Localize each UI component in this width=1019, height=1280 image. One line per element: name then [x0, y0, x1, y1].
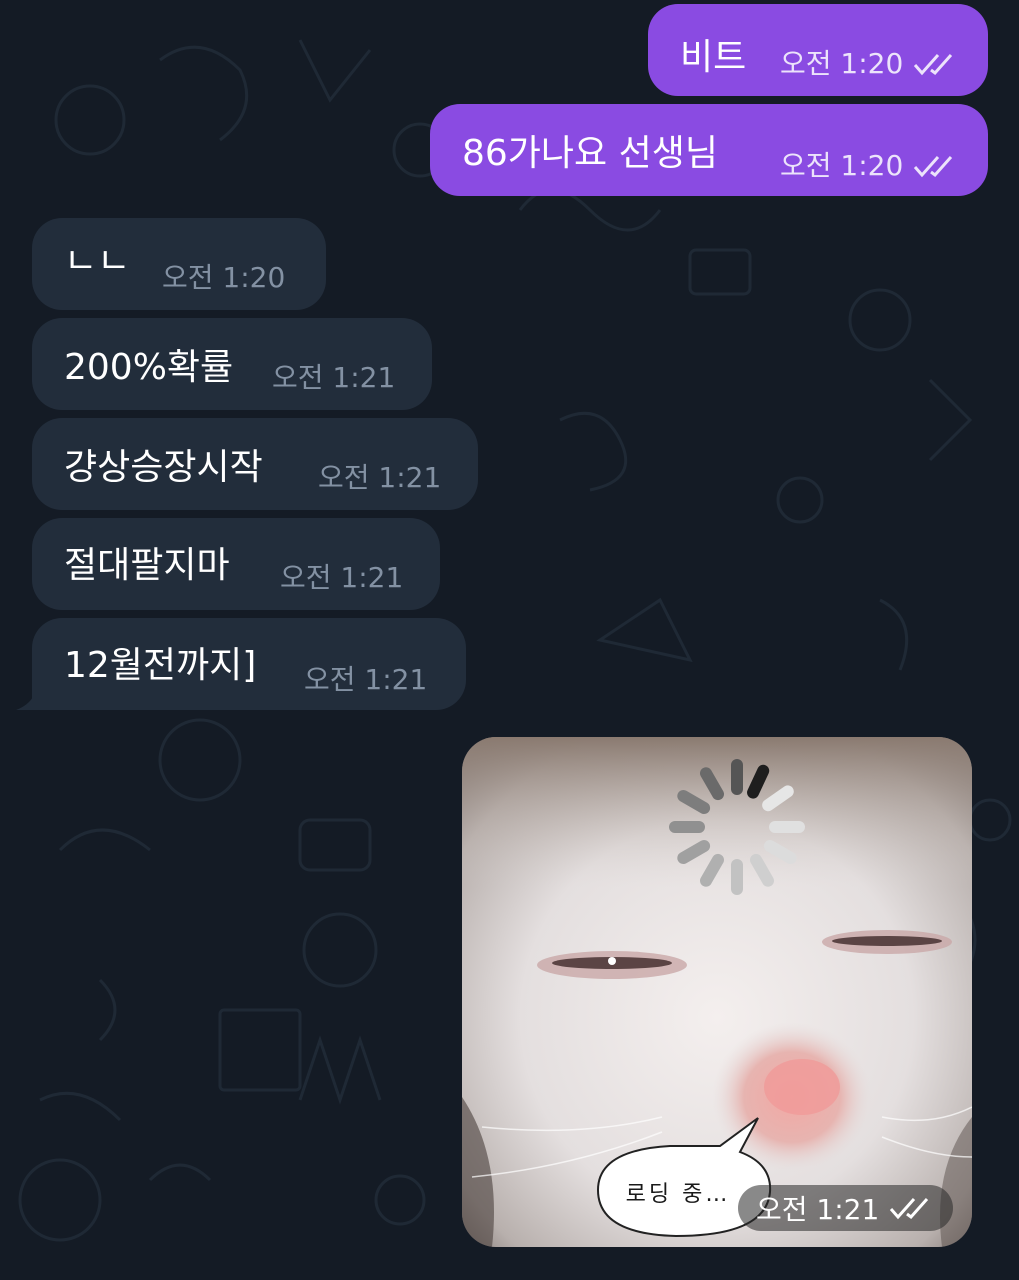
message-time: 오전 1:21 [756, 1193, 880, 1226]
message-time: 오전 1:21 [272, 361, 396, 394]
bubble-tail [16, 690, 46, 710]
double-check-icon [914, 54, 953, 76]
double-check-icon [914, 156, 953, 178]
message-text: 걍상승장시작 [64, 447, 263, 488]
photo-meta: 오전 1:21 [738, 1185, 954, 1231]
incoming-message[interactable]: 절대팔지마 오전 1:21 [32, 518, 440, 610]
message-text: 200%확률 [64, 347, 234, 388]
message-text: 86가나요 선생님 [462, 133, 718, 174]
message-text: 12월전까지] [64, 645, 257, 686]
message-time: 오전 1:21 [280, 561, 404, 594]
incoming-message[interactable]: 걍상승장시작 오전 1:21 [32, 418, 478, 510]
speech-text: 로딩 중… [625, 1182, 731, 1207]
double-check-icon [890, 1198, 929, 1220]
message-time: 오전 1:20 [162, 261, 286, 294]
message-text: 비트 [680, 37, 747, 78]
message-time: 오전 1:21 [304, 663, 428, 696]
outgoing-message[interactable]: 86가나요 선생님 오전 1:20 [430, 104, 988, 196]
message-text: ㄴㄴ [64, 241, 131, 282]
incoming-message[interactable]: 12월전까지] 오전 1:21 [32, 618, 466, 710]
message-meta: 오전 1:20 [780, 48, 959, 80]
loading-spinner-icon [669, 759, 805, 895]
message-time: 오전 1:20 [780, 149, 904, 182]
message-time: 오전 1:20 [780, 47, 904, 80]
incoming-message[interactable]: ㄴㄴ 오전 1:20 [32, 218, 326, 310]
outgoing-message[interactable]: 비트 오전 1:20 [648, 4, 988, 96]
message-meta: 오전 1:20 [780, 150, 959, 182]
message-time: 오전 1:21 [318, 461, 442, 494]
incoming-message[interactable]: 200%확률 오전 1:21 [32, 318, 432, 410]
message-text: 절대팔지마 [64, 545, 230, 586]
